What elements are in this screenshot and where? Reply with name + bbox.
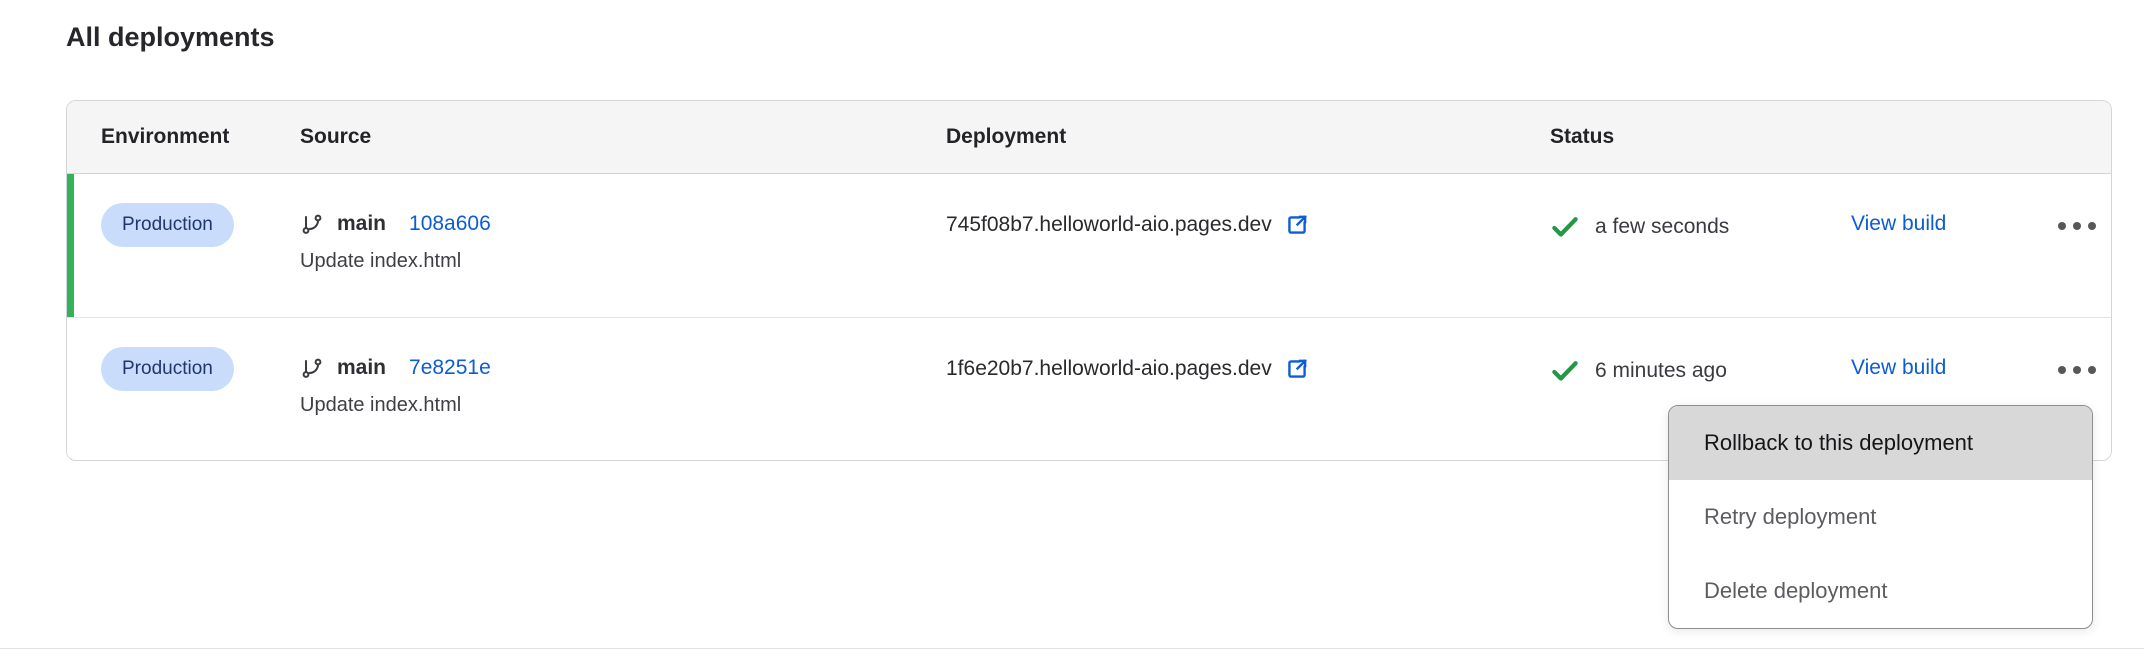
- status-time: a few seconds: [1595, 215, 1729, 239]
- check-icon: [1550, 356, 1580, 386]
- commit-link[interactable]: 7e8251e: [409, 356, 491, 380]
- status-time: 6 minutes ago: [1595, 359, 1727, 383]
- environment-badge: Production: [101, 203, 234, 247]
- check-icon: [1550, 212, 1580, 242]
- ellipsis-icon[interactable]: [2054, 356, 2100, 384]
- deployment-context-menu: Rollback to this deployment Retry deploy…: [1668, 405, 2093, 629]
- branch-name: main: [337, 212, 386, 236]
- commit-message: Update index.html: [300, 394, 946, 417]
- view-build-link[interactable]: View build: [1851, 212, 1946, 235]
- git-branch-icon: [300, 212, 324, 236]
- page-bottom-divider: [0, 648, 2144, 649]
- ellipsis-icon[interactable]: [2054, 212, 2100, 240]
- external-link-icon[interactable]: [1284, 212, 1310, 238]
- column-header-environment: Environment: [67, 125, 300, 149]
- view-build-link[interactable]: View build: [1851, 356, 1946, 379]
- table-header-row: Environment Source Deployment Status: [67, 101, 2111, 174]
- column-header-status: Status: [1550, 125, 1851, 149]
- environment-badge: Production: [101, 347, 234, 391]
- deployment-url: 745f08b7.helloworld-aio.pages.dev: [946, 213, 1272, 237]
- git-branch-icon: [300, 356, 324, 380]
- commit-link[interactable]: 108a606: [409, 212, 491, 236]
- column-header-source: Source: [300, 125, 946, 149]
- commit-message: Update index.html: [300, 250, 946, 273]
- page-title: All deployments: [66, 22, 275, 53]
- column-header-deployment: Deployment: [946, 125, 1550, 149]
- branch-name: main: [337, 356, 386, 380]
- table-row: Production main 108a606 Update index.htm…: [67, 174, 2111, 317]
- menu-item-retry[interactable]: Retry deployment: [1669, 480, 2092, 554]
- external-link-icon[interactable]: [1284, 356, 1310, 382]
- menu-item-rollback[interactable]: Rollback to this deployment: [1669, 406, 2092, 480]
- deployment-url: 1f6e20b7.helloworld-aio.pages.dev: [946, 357, 1272, 381]
- menu-item-delete[interactable]: Delete deployment: [1669, 554, 2092, 628]
